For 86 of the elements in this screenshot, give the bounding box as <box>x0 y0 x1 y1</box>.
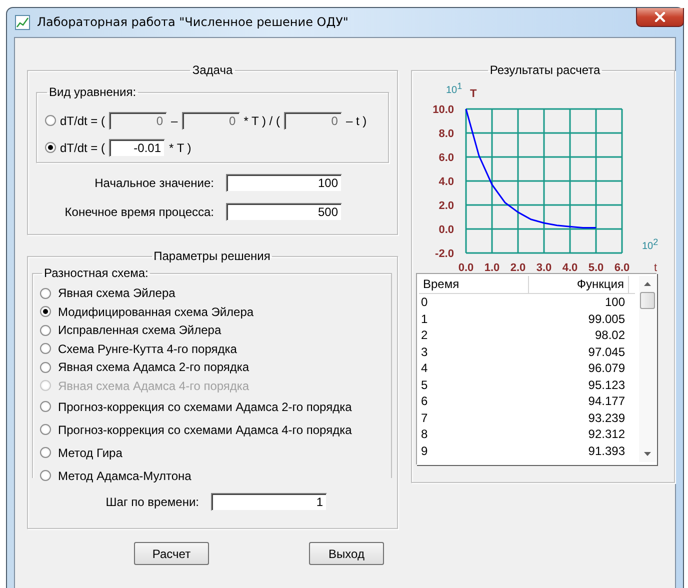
tick-label: 10.0 <box>432 104 454 116</box>
group-title: Задача <box>191 63 234 77</box>
radio-button[interactable] <box>45 142 56 153</box>
table-cell-text: 92.312 <box>587 426 626 442</box>
radio-icon[interactable] <box>40 324 51 336</box>
radio-button[interactable]: Явная схема Эйлера <box>40 286 176 300</box>
table-cell-text: 1 <box>420 310 429 327</box>
radio-icon[interactable] <box>40 424 51 435</box>
tick-label: 8.0 <box>438 128 454 140</box>
tick-label: 0.0 <box>438 224 454 236</box>
group-title: Параметры решения <box>152 249 272 263</box>
table-cell-text: 7 <box>420 410 429 426</box>
table-cell-text: 3 <box>420 344 429 360</box>
equation-text: – <box>171 114 178 128</box>
window-title: Лабораторная работа "Численное решение ОДУ" <box>37 15 348 29</box>
radio-button[interactable]: Модифицированная схема Эйлера <box>40 304 254 319</box>
table-cell-text: 93.239 <box>587 410 626 426</box>
tick-label: 1.0 <box>484 262 500 274</box>
table-cell-text: 2 <box>420 327 429 344</box>
scrollbar[interactable] <box>639 276 656 462</box>
input-field[interactable]: 500 <box>226 203 342 221</box>
equation-text: dT/dt = ( <box>60 114 106 128</box>
tick-label: 6.0 <box>614 262 630 274</box>
equation-text: – t ) <box>346 114 367 128</box>
field-label: Конечное время процесса: <box>64 205 215 219</box>
radio-button[interactable]: Исправленная схема Эйлера <box>40 323 222 338</box>
equation-text: * T ) / ( <box>244 114 280 128</box>
axis-label: T <box>470 88 477 100</box>
close-icon <box>654 12 666 22</box>
axis-scale: 10$^{2}$ <box>642 237 658 252</box>
input-field[interactable]: 1 <box>211 493 327 511</box>
group-title: Результаты расчета <box>488 63 602 77</box>
radio-icon[interactable] <box>40 362 51 373</box>
push-button[interactable]: Выход <box>309 542 384 565</box>
group-title: Разностная схема: <box>43 266 150 280</box>
radio-button[interactable]: Прогноз-коррекция со схемами Адамса 2-го порядка <box>40 400 352 414</box>
radio-icon[interactable] <box>40 343 51 354</box>
table-cell-text: 5 <box>420 376 429 393</box>
equation-text: * T ) <box>169 140 192 154</box>
table-cell-text: 6 <box>420 393 429 410</box>
radio-icon[interactable] <box>40 288 51 299</box>
axis-scale: 10$^{1}$ <box>446 81 462 96</box>
tick-label: 4.0 <box>562 262 578 274</box>
radio-button[interactable]: Схема Рунге-Кутта 4-го порядка <box>40 342 237 356</box>
equation-text: dT/dt = ( <box>60 140 106 154</box>
table-cell-text: 98.02 <box>594 327 626 344</box>
table-cell-text: 91.393 <box>587 442 626 459</box>
table-cell-text: 96.079 <box>587 360 626 376</box>
tick-label: 4.0 <box>438 176 454 188</box>
tick-label: 2.0 <box>438 200 454 212</box>
radio-icon[interactable] <box>40 447 51 458</box>
table-cell-text: 95.123 <box>587 376 626 393</box>
table-cell-text: 4 <box>420 360 429 376</box>
close-button[interactable] <box>636 8 684 27</box>
tick-label: -2.0 <box>435 248 454 260</box>
down-arrow-icon <box>644 452 651 456</box>
field-label: Шаг по времени: <box>104 495 200 509</box>
tick-label: 2.0 <box>510 262 526 274</box>
radio-button[interactable]: Явная схема Адамса 2-го порядка <box>40 360 250 374</box>
table-cell-text: 9 <box>420 442 429 459</box>
radio-button[interactable]: Прогноз-коррекция со схемами Адамса 4-го порядка <box>40 422 352 436</box>
up-arrow-icon <box>644 282 651 286</box>
table-cell-text: 97.045 <box>587 344 626 360</box>
radio-icon[interactable] <box>40 401 51 412</box>
radio-button[interactable]: Метод Гира <box>40 446 122 460</box>
field-label: Начальное значение: <box>94 176 215 190</box>
push-button[interactable]: Расчет <box>134 542 209 565</box>
radio-button[interactable]: Метод Адамса-Мултона <box>40 468 192 482</box>
axis-label: t <box>654 262 658 274</box>
table-cell-text: 94.177 <box>587 393 626 410</box>
table-cell-text: 100 <box>604 294 626 310</box>
tick-label: 6.0 <box>438 152 454 164</box>
table-cell-text: 8 <box>420 426 429 442</box>
group-title: Вид уравнения: <box>48 85 138 99</box>
scroll-thumb[interactable] <box>640 292 655 309</box>
input-field[interactable]: 100 <box>226 174 342 192</box>
table-cell-text: 0 <box>420 294 429 310</box>
input-field[interactable]: -0.01 <box>109 138 166 156</box>
radio-icon[interactable] <box>40 306 51 318</box>
tick-label: 3.0 <box>536 262 552 274</box>
radio-icon[interactable] <box>40 470 51 481</box>
radio-button[interactable] <box>45 115 56 126</box>
table-cell-text: 99.005 <box>587 310 626 327</box>
tick-label: 5.0 <box>588 262 604 274</box>
chart-icon <box>15 15 30 30</box>
tick-label: 0.0 <box>458 262 474 274</box>
